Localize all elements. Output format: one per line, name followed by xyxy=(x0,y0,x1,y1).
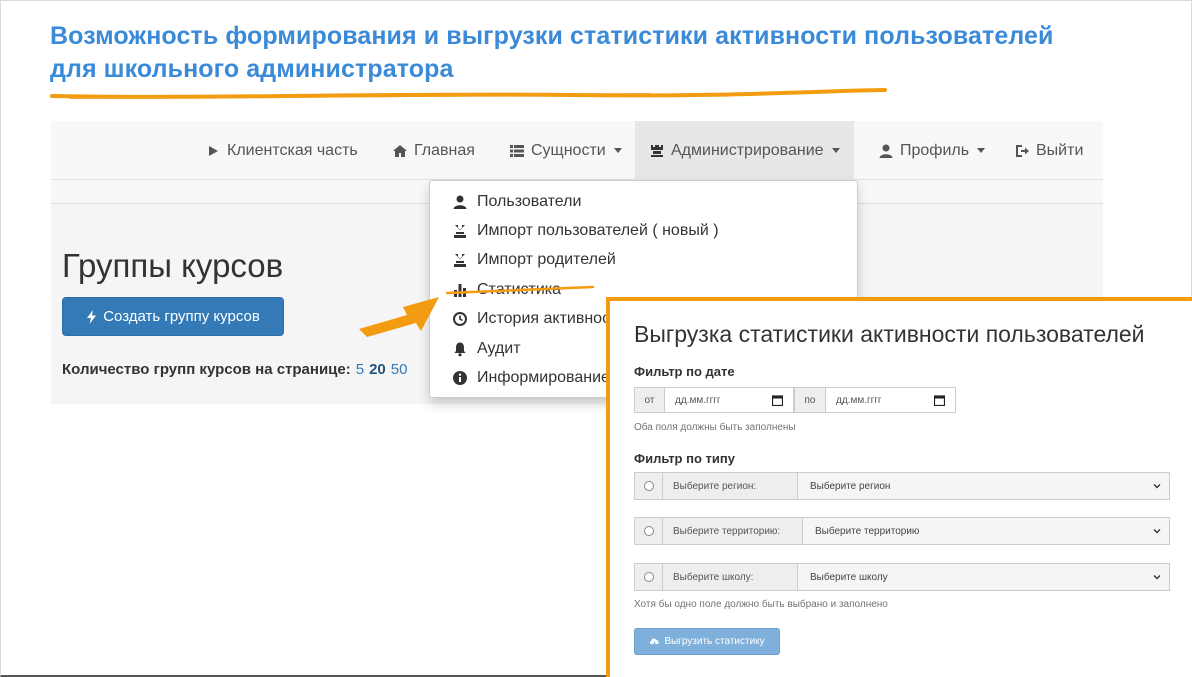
per-page-option-50[interactable]: 50 xyxy=(391,361,408,378)
territory-select-value: Выберите территорию xyxy=(815,525,920,537)
slide-title-line-2: для школьного администратора xyxy=(50,55,454,83)
menu-item-informing[interactable]: Информирование xyxy=(452,366,610,390)
nav-entities[interactable]: Сущности xyxy=(509,121,622,180)
chevron-down-icon xyxy=(831,148,840,153)
region-radio[interactable] xyxy=(643,481,654,491)
menu-item-import-parents[interactable]: Импорт родителей xyxy=(452,248,616,272)
nav-client-side[interactable]: Клиентская часть xyxy=(205,121,358,180)
import-icon xyxy=(454,225,466,238)
calendar-icon[interactable] xyxy=(934,395,945,406)
chevron-down-icon xyxy=(1153,529,1161,534)
export-statistics-label: Выгрузить статистику xyxy=(664,636,765,647)
date-from-placeholder: дд.мм.гггг xyxy=(675,394,721,406)
list-icon xyxy=(510,144,524,157)
export-statistics-button[interactable]: Выгрузить статистику xyxy=(634,628,780,655)
chevron-down-icon xyxy=(1153,484,1161,489)
menu-item-import-parents-label: Импорт родителей xyxy=(477,251,616,268)
home-icon xyxy=(393,144,407,157)
school-radio-box[interactable] xyxy=(634,563,663,591)
region-select-value: Выберите регион xyxy=(810,480,891,492)
chevron-down-icon xyxy=(1153,575,1161,580)
nav-client-side-label: Клиентская часть xyxy=(227,141,358,159)
play-icon xyxy=(209,145,218,156)
export-panel-title: Выгрузка статистики активности пользоват… xyxy=(634,321,1145,347)
menu-item-users-label: Пользователи xyxy=(477,193,582,210)
chevron-down-icon xyxy=(977,148,986,153)
type-filter-label: Фильтр по типу xyxy=(634,451,735,466)
school-select[interactable]: Выберите школу xyxy=(797,563,1170,591)
slide-title: Возможность формирования и выгрузки стат… xyxy=(50,20,1150,86)
create-course-group-button[interactable]: Создать группу курсов xyxy=(62,297,284,336)
date-from-input[interactable]: дд.мм.гггг xyxy=(664,387,794,413)
school-label: Выберите школу: xyxy=(662,563,798,591)
create-course-group-label: Создать группу курсов xyxy=(103,308,260,325)
region-select[interactable]: Выберите регион xyxy=(797,472,1170,500)
date-to-input[interactable]: дд.мм.гггг xyxy=(825,387,956,413)
user-icon xyxy=(453,195,467,209)
nav-profile[interactable]: Профиль xyxy=(878,121,986,180)
date-to-addon: по xyxy=(794,387,826,413)
per-page-option-20[interactable]: 20 xyxy=(369,361,386,378)
nav-entities-label: Сущности xyxy=(531,141,606,159)
chevron-down-icon xyxy=(613,148,622,153)
per-page-label: Количество групп курсов на странице: xyxy=(62,361,351,378)
per-page-option-5[interactable]: 5 xyxy=(356,361,364,378)
region-radio-box[interactable] xyxy=(634,472,663,500)
territory-radio[interactable] xyxy=(643,526,654,536)
nav-administration[interactable]: Администрирование xyxy=(635,121,854,180)
cloud-download-icon xyxy=(650,638,659,647)
per-page-selector: Количество групп курсов на странице: 5 2… xyxy=(62,361,407,378)
date-to-placeholder: дд.мм.гггг xyxy=(836,394,882,406)
menu-item-import-users[interactable]: Импорт пользователей ( новый ) xyxy=(452,219,719,243)
menu-item-import-users-label: Импорт пользователей ( новый ) xyxy=(477,222,719,239)
region-label: Выберите регион: xyxy=(662,472,798,500)
date-filter-label: Фильтр по дате xyxy=(634,364,735,379)
school-select-value: Выберите школу xyxy=(810,571,888,583)
territory-select[interactable]: Выберите территорию xyxy=(802,517,1170,545)
highlight-arrow xyxy=(359,285,595,337)
tower-icon xyxy=(651,144,663,157)
page-title: Группы курсов xyxy=(62,247,284,284)
territory-label: Выберите территорию: xyxy=(662,517,803,545)
region-filter-row: Выберите регион: Выберите регион xyxy=(634,472,1170,500)
type-filter-help: Хотя бы одно поле должно быть выбрано и … xyxy=(634,599,888,610)
info-icon xyxy=(453,371,467,385)
nav-profile-label: Профиль xyxy=(900,141,970,159)
nav-administration-label: Администрирование xyxy=(671,141,824,159)
school-radio[interactable] xyxy=(643,572,654,582)
statistics-export-panel: Выгрузка статистики активности пользоват… xyxy=(606,297,1192,677)
nav-logout[interactable]: Выйти xyxy=(1014,121,1083,180)
lightning-icon xyxy=(87,309,97,324)
user-icon xyxy=(879,144,893,158)
date-filter-help: Оба поля должны быть заполнены xyxy=(634,422,796,433)
territory-filter-row: Выберите территорию: Выберите территорию xyxy=(634,517,1170,545)
territory-radio-box[interactable] xyxy=(634,517,663,545)
calendar-icon[interactable] xyxy=(772,395,783,406)
nav-home[interactable]: Главная xyxy=(392,121,475,180)
import-icon xyxy=(454,254,466,267)
nav-logout-label: Выйти xyxy=(1036,141,1084,159)
title-underline xyxy=(50,88,887,99)
school-filter-row: Выберите школу: Выберите школу xyxy=(634,563,1170,591)
menu-item-informing-label: Информирование xyxy=(477,369,610,386)
slide-title-line-1: Возможность формирования и выгрузки стат… xyxy=(50,22,1054,50)
nav-home-label: Главная xyxy=(414,141,475,159)
logout-icon xyxy=(1016,144,1029,157)
navbar: Клиентская часть Главная Сущности Админи… xyxy=(51,121,1103,180)
date-from-addon: от xyxy=(634,387,665,413)
menu-item-users[interactable]: Пользователи xyxy=(452,190,581,214)
